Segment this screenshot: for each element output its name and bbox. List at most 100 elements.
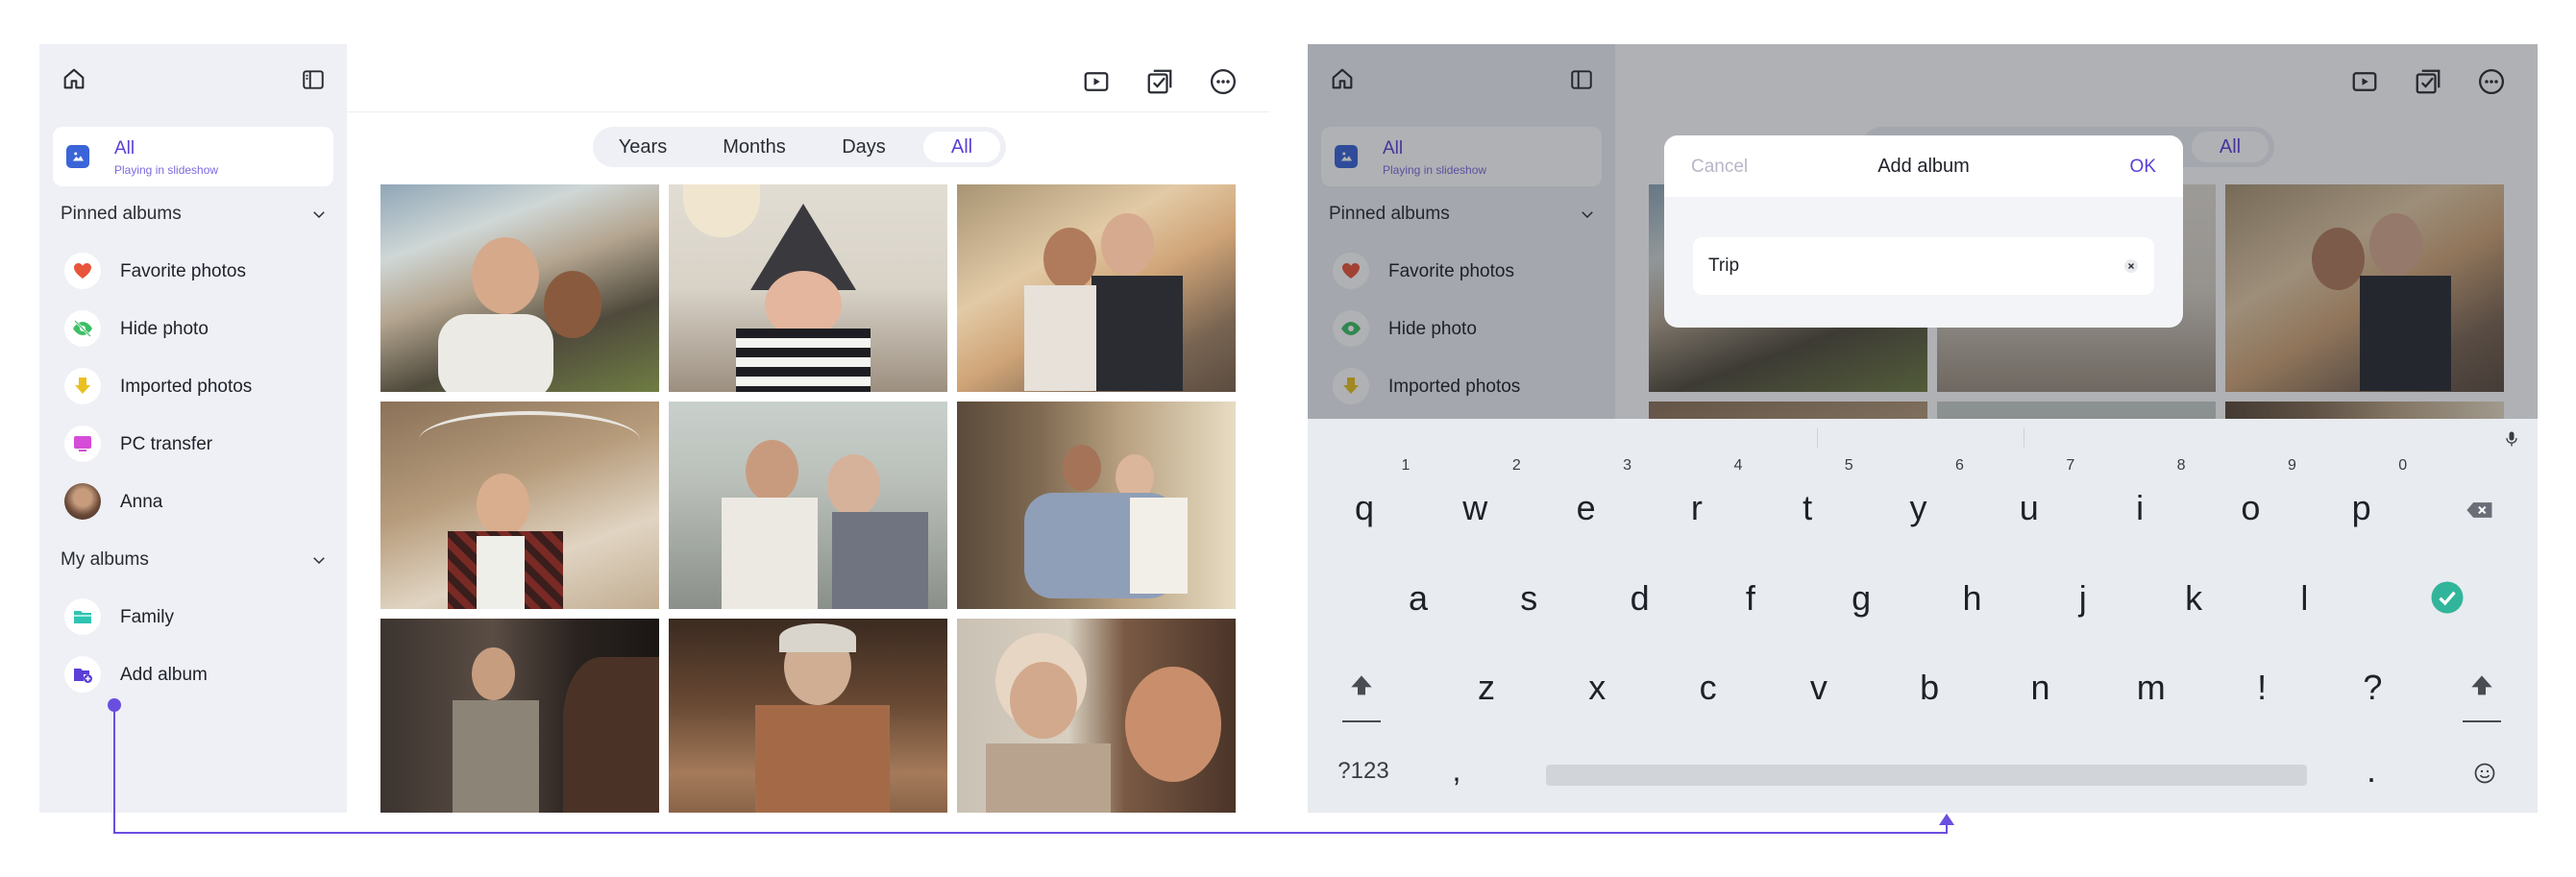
- key-f[interactable]: f: [1722, 578, 1779, 619]
- key-c[interactable]: c: [1680, 668, 1737, 708]
- album-name-input[interactable]: [1693, 237, 2154, 295]
- add-folder-icon: [64, 656, 101, 693]
- key-a[interactable]: a: [1389, 578, 1447, 619]
- key-n[interactable]: n: [2012, 668, 2070, 708]
- key-k[interactable]: k: [2165, 578, 2222, 619]
- key-b[interactable]: b: [1901, 668, 1958, 708]
- album-all[interactable]: All Playing in slideshow: [53, 127, 333, 186]
- sidebar-item-label: Hide photo: [120, 319, 209, 339]
- right-screen: All Playing in slideshow Pinned albums F…: [1308, 44, 2538, 813]
- key-r[interactable]: r: [1668, 488, 1726, 528]
- key-exclamation[interactable]: !: [2233, 668, 2291, 708]
- photo-family-living-room[interactable]: [957, 402, 1236, 609]
- sidebar-item-label: Favorite photos: [120, 261, 246, 281]
- chevron-down-icon[interactable]: [310, 551, 328, 569]
- monitor-icon: [64, 426, 101, 462]
- photo-couple-sofa[interactable]: [957, 184, 1236, 392]
- key-s[interactable]: s: [1500, 578, 1558, 619]
- check-circle-icon[interactable]: [2430, 580, 2465, 615]
- key-v[interactable]: v: [1790, 668, 1848, 708]
- key-t[interactable]: t: [1779, 488, 1836, 528]
- clear-icon[interactable]: [2123, 258, 2139, 274]
- sidebar-item-label: Family: [120, 607, 174, 627]
- key-j[interactable]: j: [2054, 578, 2112, 619]
- view-segmented-control: Years Months Days All: [593, 127, 1006, 167]
- key-o[interactable]: o: [2221, 488, 2279, 528]
- key-hint-r: 4: [1733, 457, 1743, 474]
- photo-man-thumbs-up[interactable]: [380, 402, 659, 609]
- more-icon[interactable]: [1209, 67, 1238, 96]
- connector-line-vertical: [113, 705, 115, 834]
- sidebar-item-label: Anna: [120, 492, 163, 512]
- sidebar-item-label: Add album: [120, 665, 208, 685]
- key-hint-i: 8: [2176, 457, 2186, 474]
- sidebar-item-favorite-photos[interactable]: Favorite photos: [64, 252, 333, 290]
- tab-days[interactable]: Days: [820, 132, 908, 162]
- sidebar-item-add-album[interactable]: Add album: [64, 655, 333, 694]
- key-hint-p: 0: [2398, 457, 2408, 474]
- tab-years[interactable]: Years: [599, 132, 687, 162]
- photo-couple-selfie[interactable]: [380, 184, 659, 392]
- key-hint-t: 5: [1844, 457, 1853, 474]
- tab-months[interactable]: Months: [699, 132, 810, 162]
- ok-button[interactable]: OK: [2130, 157, 2156, 178]
- shift-icon[interactable]: [1346, 670, 1377, 701]
- key-hint-y: 6: [1955, 457, 1964, 474]
- key-l[interactable]: l: [2275, 578, 2333, 619]
- key-hint-q: 1: [1401, 457, 1411, 474]
- key-x[interactable]: x: [1568, 668, 1626, 708]
- album-all-title: All: [114, 138, 135, 158]
- photo-child-witch-hat[interactable]: [669, 184, 947, 392]
- connector-line-horizontal: [113, 832, 1948, 834]
- key-m[interactable]: m: [2122, 668, 2180, 708]
- sidebar-item-hide-photo[interactable]: Hide photo: [64, 309, 333, 348]
- key-g[interactable]: g: [1832, 578, 1890, 619]
- period-key[interactable]: .: [2343, 750, 2400, 791]
- sidebar-item-label: PC transfer: [120, 434, 213, 454]
- home-icon[interactable]: [61, 65, 87, 92]
- sidebar-item-imported-photos[interactable]: Imported photos: [64, 367, 333, 405]
- left-screen: All Playing in slideshow Pinned albums F…: [39, 44, 1269, 813]
- tab-all[interactable]: All: [923, 132, 1000, 162]
- key-y[interactable]: y: [1890, 488, 1948, 528]
- photo-main: Years Months Days All: [347, 44, 1269, 813]
- key-z[interactable]: z: [1458, 668, 1515, 708]
- key-q[interactable]: q: [1336, 488, 1393, 528]
- sidebar-item-family[interactable]: Family: [64, 597, 333, 636]
- photo-older-woman-young-man[interactable]: [957, 619, 1236, 813]
- key-w[interactable]: w: [1446, 488, 1504, 528]
- key-hint-w: 2: [1511, 457, 1521, 474]
- heart-icon: [64, 253, 101, 289]
- image-icon: [66, 145, 89, 168]
- key-question[interactable]: ?: [2343, 668, 2401, 708]
- photo-older-man-painting[interactable]: [669, 619, 947, 813]
- comma-key[interactable]: ,: [1428, 753, 1485, 789]
- chevron-down-icon[interactable]: [310, 206, 328, 223]
- key-d[interactable]: d: [1611, 578, 1669, 619]
- emoji-icon[interactable]: [2473, 762, 2496, 785]
- key-e[interactable]: e: [1558, 488, 1615, 528]
- avatar-icon: [64, 483, 101, 520]
- key-u[interactable]: u: [2000, 488, 2058, 528]
- divider: [347, 111, 1269, 112]
- mic-icon[interactable]: [2502, 428, 2521, 450]
- shift-icon[interactable]: [2466, 670, 2497, 701]
- key-hint-o: 9: [2287, 457, 2296, 474]
- dialog-title: Add album: [1877, 156, 1970, 177]
- key-i[interactable]: i: [2111, 488, 2169, 528]
- backspace-icon[interactable]: [2464, 496, 2496, 524]
- space-key[interactable]: [1546, 765, 2307, 786]
- sidebar-item-pc-transfer[interactable]: PC transfer: [64, 425, 333, 463]
- symbols-key[interactable]: ?123: [1329, 758, 1398, 785]
- sidebar-toggle-icon[interactable]: [301, 67, 326, 92]
- key-p[interactable]: p: [2333, 488, 2391, 528]
- play-icon[interactable]: [1082, 67, 1111, 96]
- photo-father-son-table[interactable]: [669, 402, 947, 609]
- eye-off-icon: [64, 310, 101, 347]
- key-h[interactable]: h: [1944, 578, 2001, 619]
- select-check-icon[interactable]: [1145, 67, 1174, 96]
- on-screen-keyboard: q 1 w 2 e 3 r 4 t 5 y 6 u 7 i 8 o 9 p 0 a s d f g h j k l z x c v b n m!? ?…: [1308, 419, 2538, 813]
- sidebar-item-anna[interactable]: Anna: [64, 482, 333, 521]
- photo-older-man-doorway[interactable]: [380, 619, 659, 813]
- album-all-subtitle: Playing in slideshow: [114, 163, 219, 177]
